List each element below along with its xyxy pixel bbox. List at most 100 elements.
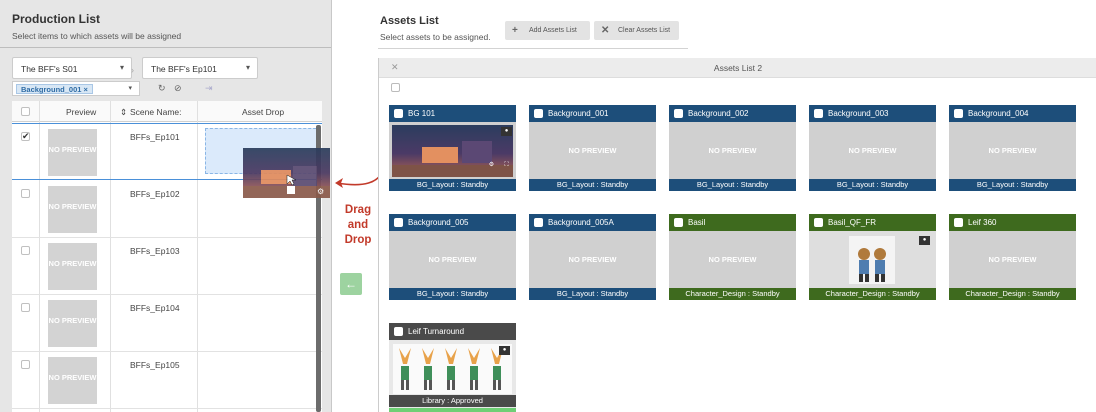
clear-filter-icon[interactable]: ⊘ [174, 83, 182, 94]
asset-status: Character_Design : Standby [949, 288, 1076, 300]
assign-left-arrow-button[interactable]: ← [340, 273, 362, 295]
table-row[interactable]: NO PREVIEW BFFs_Ep105 [12, 352, 322, 409]
asset-card-header: Basil_QF_FR [809, 214, 936, 231]
column-scene-name[interactable]: Scene Name: [130, 107, 182, 117]
clear-assets-list-label: Clear Assets List [618, 27, 671, 34]
table-row[interactable]: NO PREVIEW BFFs_Ep104 [12, 295, 322, 352]
select-all-checkbox[interactable] [21, 107, 30, 116]
no-preview-label: NO PREVIEW [708, 255, 757, 264]
collapse-icon[interactable]: ⇥ [205, 83, 213, 94]
asset-card[interactable]: Background_005A NO PREVIEW BG_Layout : S… [529, 214, 656, 300]
asset-card-header: Basil [669, 214, 796, 231]
asset-card[interactable]: BG 101 ● ⚙ ⛶ BG_Layout : Standby [389, 105, 516, 191]
dragged-asset-thumbnail[interactable]: ⚙ [243, 148, 330, 198]
table-row[interactable]: NO PREVIEW BFFs_Ep103 [12, 238, 322, 295]
asset-status: BG_Layout : Standby [529, 288, 656, 300]
expand-icon[interactable]: ⛶ [501, 161, 512, 170]
asset-card[interactable]: Leif Turnaround ● Library : Approved [389, 323, 516, 412]
asset-card[interactable]: Basil NO PREVIEW Character_Design : Stan… [669, 214, 796, 300]
asset-checkbox[interactable] [534, 218, 543, 227]
asset-checkbox[interactable] [814, 218, 823, 227]
asset-status: BG_Layout : Standby [669, 179, 796, 191]
asset-name: Background_003 [828, 109, 889, 118]
no-preview-label: NO PREVIEW [568, 255, 617, 264]
episode-value: The BFF's Ep101 [151, 64, 217, 74]
scene-name: BFFs_Ep101 [130, 132, 180, 142]
column-asset-drop[interactable]: Asset Drop [242, 107, 284, 117]
asset-status: Library : Approved [389, 395, 516, 407]
asset-name: Leif 360 [968, 218, 997, 227]
asset-status: Character_Design : Standby [809, 288, 936, 300]
asset-checkbox[interactable] [954, 218, 963, 227]
asset-card[interactable]: Basil_QF_FR ● Character_Design : Standby [809, 214, 936, 300]
row-checkbox[interactable]: ✔ [21, 132, 30, 141]
asset-checkbox[interactable] [394, 218, 403, 227]
asset-card-header: Background_004 [949, 105, 1076, 122]
select-all-checkbox[interactable] [391, 83, 400, 92]
info-icon[interactable]: ● [501, 127, 512, 136]
asset-name: Background_004 [968, 109, 1029, 118]
clear-assets-list-button[interactable]: ✕ Clear Assets List [594, 21, 679, 40]
asset-card[interactable]: Background_002 NO PREVIEW BG_Layout : St… [669, 105, 796, 191]
asset-card[interactable]: Background_003 NO PREVIEW BG_Layout : St… [809, 105, 936, 191]
asset-name: Basil_QF_FR [828, 218, 877, 227]
row-checkbox[interactable] [21, 303, 30, 312]
assets-list-panel: ✕ Assets List 2 BG 101 ● ⚙ ⛶ BG_Layout :… [378, 58, 1096, 412]
assets-list-subtitle: Select assets to be assigned. [380, 32, 491, 42]
drag-hint-line: Drop [344, 234, 372, 246]
filter-select[interactable]: Background_001 × ▾ [12, 81, 140, 96]
asset-card[interactable]: Background_001 NO PREVIEW BG_Layout : St… [529, 105, 656, 191]
sort-icon[interactable]: ⇕ [120, 107, 127, 118]
no-preview-label: NO PREVIEW [988, 255, 1037, 264]
asset-checkbox[interactable] [814, 109, 823, 118]
scene-name: BFFs_Ep104 [130, 303, 180, 313]
info-icon[interactable]: ● [499, 346, 510, 355]
scene-thumbnail: NO PREVIEW [48, 186, 97, 233]
scene-thumbnail: NO PREVIEW [48, 357, 97, 404]
gear-icon[interactable]: ⚙ [486, 161, 497, 170]
episode-dropdown[interactable]: The BFF's Ep101 ▾ [142, 57, 258, 79]
no-preview-label: NO PREVIEW [848, 146, 897, 155]
asset-checkbox[interactable] [394, 327, 403, 336]
asset-card-header: Background_002 [669, 105, 796, 122]
asset-card-header: BG 101 [389, 105, 516, 122]
row-checkbox[interactable] [21, 246, 30, 255]
season-dropdown[interactable]: The BFF's S01 ▾ [12, 57, 132, 79]
column-preview[interactable]: Preview [66, 107, 96, 117]
asset-checkbox[interactable] [394, 109, 403, 118]
production-list-panel: Production List Select items to which as… [0, 0, 332, 412]
asset-checkbox[interactable] [674, 218, 683, 227]
asset-card[interactable]: Background_004 NO PREVIEW BG_Layout : St… [949, 105, 1076, 191]
row-checkbox[interactable] [21, 189, 30, 198]
no-preview-label: NO PREVIEW [428, 255, 477, 264]
asset-name: Leif Turnaround [408, 327, 465, 336]
drag-hint-line: Drag [344, 204, 372, 216]
asset-card-header: Background_005 [389, 214, 516, 231]
character-turnaround-image [393, 344, 512, 394]
info-icon[interactable]: ● [919, 236, 930, 245]
plus-icon: + [512, 25, 518, 36]
chevron-down-icon: ▾ [119, 63, 124, 72]
character-sketch-image [849, 236, 895, 284]
asset-status: BG_Layout : Standby [389, 288, 516, 300]
no-preview-label: NO PREVIEW [988, 146, 1037, 155]
asset-card[interactable]: Leif 360 NO PREVIEW Character_Design : S… [949, 214, 1076, 300]
filter-tag[interactable]: Background_001 × [16, 84, 93, 94]
scene-name: BFFs_Ep102 [130, 189, 180, 199]
background-art-image: ⚙ [243, 166, 330, 198]
approved-status-bar [389, 408, 516, 412]
asset-card-header: Leif Turnaround [389, 323, 516, 340]
scene-thumbnail: NO PREVIEW [48, 300, 97, 347]
row-checkbox[interactable] [21, 360, 30, 369]
season-value: The BFF's S01 [21, 64, 78, 74]
refresh-icon[interactable]: ↻ [158, 83, 166, 94]
asset-card-header: Background_001 [529, 105, 656, 122]
no-preview-label: NO PREVIEW [708, 146, 757, 155]
asset-checkbox[interactable] [954, 109, 963, 118]
asset-checkbox[interactable] [534, 109, 543, 118]
scene-thumbnail: NO PREVIEW [48, 243, 97, 290]
asset-card[interactable]: Background_005 NO PREVIEW BG_Layout : St… [389, 214, 516, 300]
asset-checkbox[interactable] [674, 109, 683, 118]
scene-name: BFFs_Ep105 [130, 360, 180, 370]
add-assets-list-button[interactable]: + Add Assets List [505, 21, 590, 40]
